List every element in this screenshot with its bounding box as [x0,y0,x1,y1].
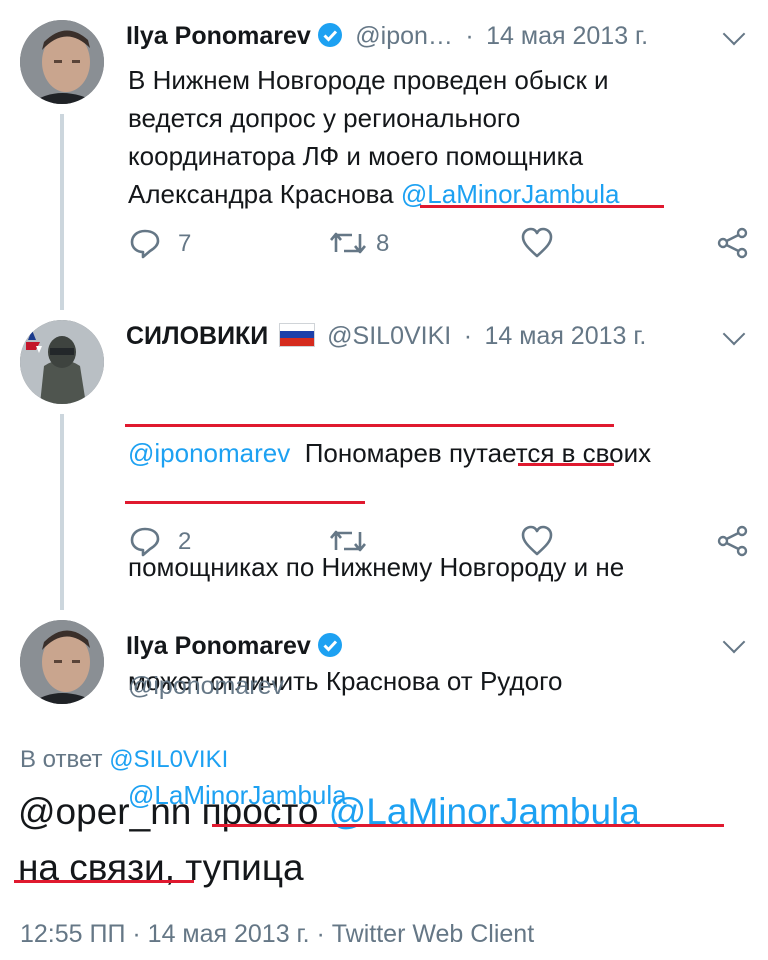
avatar[interactable] [20,320,104,404]
retweet-icon[interactable] [328,226,368,260]
user-name[interactable]: Ilya Ponomarev [126,632,311,660]
highlight-underline [14,880,194,883]
reply-count: 7 [178,230,192,257]
highlight-underline [420,205,664,208]
avatar[interactable] [20,20,104,104]
user-handle[interactable]: @iponomarev [128,672,284,701]
tweet-text: В Нижнем Новгороде проведен обыск и веде… [128,61,748,213]
reply-to-label: В ответ [20,746,103,773]
tweet-meta: 12:55 ПП · 14 мая 2013 г. · Twitter Web … [20,920,535,948]
tweet-date[interactable]: 14 мая 2013 г. [484,322,646,350]
share-icon[interactable] [716,226,750,260]
mention-text: @oper_nn [18,791,202,832]
separator: · [463,322,473,350]
chevron-down-icon[interactable] [722,322,746,346]
text-line: Рудого [479,666,563,696]
separator: · [465,22,474,50]
highlight-underline [125,424,614,427]
tweet-text: @iponomarev Пономарев путается в своих п… [128,358,748,852]
reply-to-handle[interactable]: @SIL0VIKI [109,746,228,773]
tweet-date[interactable]: 14 мая 2013 г. [486,22,648,50]
russian-flag-icon [278,323,315,347]
reply-icon[interactable] [128,524,162,558]
text-line: Александра Краснова [128,179,401,209]
highlight-underline [125,501,365,504]
user-handle[interactable]: @ipon… [355,22,453,50]
highlight-underline [212,824,724,827]
highlight-underline [518,463,614,466]
heart-icon[interactable] [520,226,554,260]
share-icon[interactable] [716,524,750,558]
text-line: ведется допрос у регионального [128,103,521,133]
reply-icon[interactable] [128,226,162,260]
avatar[interactable] [20,620,104,704]
mention-link[interactable]: @iponomarev [128,438,290,468]
thread-line [60,414,64,610]
verified-badge-icon [317,22,343,48]
thread-line [60,114,64,310]
text-line: В Нижнем Новгороде проведен обыск и [128,65,609,95]
chevron-down-icon[interactable] [722,22,746,46]
user-handle[interactable]: @SIL0VIKI [327,322,451,350]
heart-icon[interactable] [520,524,554,558]
retweet-count: 8 [376,230,390,257]
retweet-icon[interactable] [328,524,368,558]
verified-badge-icon [317,632,343,658]
text-line: и не [566,552,625,582]
user-name[interactable]: Ilya Ponomarev [126,22,311,50]
user-name[interactable]: СИЛОВИКИ [126,322,268,350]
reply-count: 2 [178,528,192,555]
text-line: координатора ЛФ и моего помощника [128,141,584,171]
